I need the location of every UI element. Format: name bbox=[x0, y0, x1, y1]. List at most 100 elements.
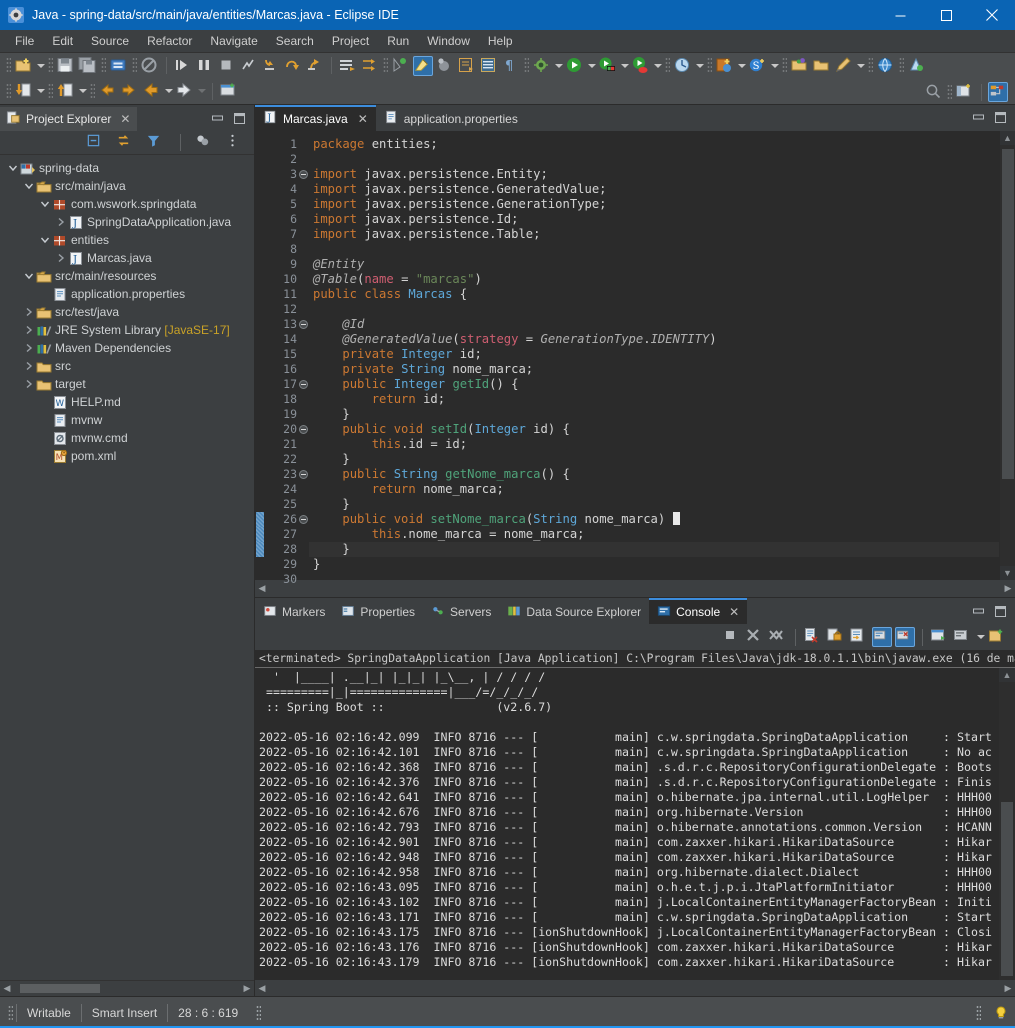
menu-window[interactable]: Window bbox=[418, 31, 479, 51]
scroll-track[interactable] bbox=[269, 583, 1001, 594]
scroll-track[interactable] bbox=[999, 144, 1015, 566]
code-line[interactable]: import javax.persistence.Table; bbox=[309, 227, 999, 242]
clear-console-icon[interactable] bbox=[803, 627, 823, 647]
menu-edit[interactable]: Edit bbox=[43, 31, 82, 51]
new-java-project-icon[interactable] bbox=[715, 56, 735, 76]
tree-item[interactable]: Maven Dependencies bbox=[0, 339, 254, 357]
next-annotation-icon[interactable] bbox=[360, 56, 380, 76]
tree-item[interactable]: W HELP.md bbox=[0, 393, 254, 411]
toolbar-grip[interactable] bbox=[383, 57, 388, 74]
new-spring-icon[interactable]: S bbox=[748, 56, 768, 76]
code-line[interactable]: private String nome_marca; bbox=[309, 362, 999, 377]
view-menu-filter-icon[interactable] bbox=[146, 133, 166, 153]
suspend-icon[interactable] bbox=[195, 56, 215, 76]
code-line[interactable]: } bbox=[309, 541, 999, 557]
run-config-dropdown[interactable] bbox=[619, 56, 630, 76]
code-line[interactable] bbox=[309, 242, 999, 257]
no-entry-icon[interactable] bbox=[140, 56, 160, 76]
new-spring-dropdown[interactable] bbox=[769, 56, 780, 76]
scroll-right-icon[interactable]: ▶ bbox=[1001, 583, 1015, 594]
code-line[interactable]: } bbox=[309, 557, 999, 572]
scroll-up-icon[interactable]: ▲ bbox=[1003, 668, 1012, 682]
code-line[interactable]: return id; bbox=[309, 392, 999, 407]
new-java-project-dropdown[interactable] bbox=[736, 56, 747, 76]
code-line[interactable] bbox=[309, 572, 999, 580]
editor-canvas[interactable]: 1 2 3 4 5 6 7 8 9 10 11 12 13 14 15 16 17 18 19 20 21 22 23 24 2… bbox=[255, 130, 1015, 586]
debug-icon[interactable] bbox=[532, 56, 552, 76]
import-dropdown[interactable] bbox=[35, 81, 46, 101]
chevron-right-icon[interactable] bbox=[54, 252, 67, 265]
forward-history-icon[interactable] bbox=[120, 81, 140, 101]
toggle-mark-occurrences-icon[interactable] bbox=[391, 56, 411, 76]
disconnect-icon[interactable] bbox=[239, 56, 259, 76]
scroll-down-icon[interactable]: ▼ bbox=[1003, 566, 1012, 580]
maximize-editor-icon[interactable] bbox=[994, 111, 1007, 124]
tab-properties[interactable]: Properties bbox=[333, 598, 423, 624]
chevron-right-icon[interactable] bbox=[22, 306, 35, 319]
open-task-icon[interactable] bbox=[338, 56, 358, 76]
toolbar-grip[interactable] bbox=[524, 57, 529, 74]
tab-data-source-explorer[interactable]: Data Source Explorer bbox=[499, 598, 649, 624]
scroll-right-icon[interactable]: ▶ bbox=[240, 983, 254, 994]
open-console-icon[interactable] bbox=[988, 627, 1008, 647]
code-line[interactable]: } bbox=[309, 407, 999, 422]
scroll-thumb[interactable] bbox=[1001, 802, 1013, 976]
globe-icon[interactable] bbox=[876, 56, 896, 76]
scroll-up-icon[interactable]: ▲ bbox=[1003, 131, 1012, 145]
scroll-thumb[interactable] bbox=[20, 984, 100, 993]
chevron-right-icon[interactable] bbox=[22, 360, 35, 373]
save-all-icon[interactable] bbox=[78, 56, 98, 76]
folding-ruler[interactable] bbox=[297, 130, 309, 580]
tree-item[interactable]: spring-data bbox=[0, 159, 254, 177]
toolbar-grip[interactable] bbox=[707, 57, 712, 74]
console-output[interactable]: ' |____| .__|_| |_|_| |_\__, | / / / / =… bbox=[255, 668, 999, 980]
tree-item[interactable]: com.wswork.springdata bbox=[0, 195, 254, 213]
menu-refactor[interactable]: Refactor bbox=[138, 31, 201, 51]
project-tree[interactable]: spring-data src/main/java com.wswork.sprin… bbox=[0, 155, 254, 980]
skip-breakpoints-icon[interactable] bbox=[173, 56, 193, 76]
maximize-button[interactable] bbox=[923, 0, 969, 30]
menu-project[interactable]: Project bbox=[323, 31, 378, 51]
tree-item[interactable]: entities bbox=[0, 231, 254, 249]
chevron-right-icon[interactable] bbox=[54, 216, 67, 229]
export-dropdown[interactable] bbox=[77, 81, 88, 101]
chevron-down-icon[interactable] bbox=[6, 162, 19, 175]
display-selected-console-icon[interactable] bbox=[953, 627, 973, 647]
link-with-editor-icon[interactable] bbox=[116, 133, 136, 153]
code-line[interactable]: return nome_marca; bbox=[309, 482, 999, 497]
fold-collapse-icon[interactable] bbox=[297, 317, 309, 332]
remove-launch-icon[interactable] bbox=[745, 627, 765, 647]
code-line[interactable]: } bbox=[309, 452, 999, 467]
export-icon[interactable] bbox=[56, 81, 76, 101]
toolbar-grip[interactable] bbox=[90, 82, 95, 100]
debug-perspective-icon[interactable] bbox=[435, 56, 455, 76]
back-history-icon[interactable] bbox=[98, 81, 118, 101]
tab-console[interactable]: Console ✕ bbox=[649, 598, 748, 624]
focus-on-active-task-icon[interactable] bbox=[195, 133, 215, 153]
toolbar-grip[interactable] bbox=[6, 82, 11, 100]
save-icon[interactable] bbox=[56, 56, 76, 76]
pin-console-icon[interactable] bbox=[930, 627, 950, 647]
print-icon[interactable] bbox=[109, 56, 129, 76]
fold-collapse-icon[interactable] bbox=[297, 467, 309, 482]
code-line[interactable]: @Entity bbox=[309, 257, 999, 272]
code-line[interactable] bbox=[309, 302, 999, 317]
code-line[interactable]: } bbox=[309, 497, 999, 512]
toolbar-grip[interactable] bbox=[6, 57, 11, 74]
tree-item[interactable]: src/test/java bbox=[0, 303, 254, 321]
pencil-icon[interactable] bbox=[834, 56, 854, 76]
toolbar-grip[interactable] bbox=[868, 57, 873, 74]
menu-help[interactable]: Help bbox=[479, 31, 522, 51]
tree-item[interactable]: Mpom.xml bbox=[0, 447, 254, 465]
code-line[interactable]: @Id bbox=[309, 317, 999, 332]
tree-item[interactable]: mvnw bbox=[0, 411, 254, 429]
toolbar-grip[interactable] bbox=[947, 83, 952, 101]
new-wizard-icon[interactable] bbox=[14, 56, 34, 76]
step-return-icon[interactable] bbox=[305, 56, 325, 76]
scroll-track[interactable] bbox=[14, 983, 240, 994]
profile-icon[interactable] bbox=[673, 56, 693, 76]
tree-item[interactable]: src/main/resources bbox=[0, 267, 254, 285]
word-wrap-icon[interactable] bbox=[849, 627, 869, 647]
open-type-icon[interactable] bbox=[790, 56, 810, 76]
project-explorer-hscrollbar[interactable]: ◀ ▶ bbox=[0, 980, 254, 996]
